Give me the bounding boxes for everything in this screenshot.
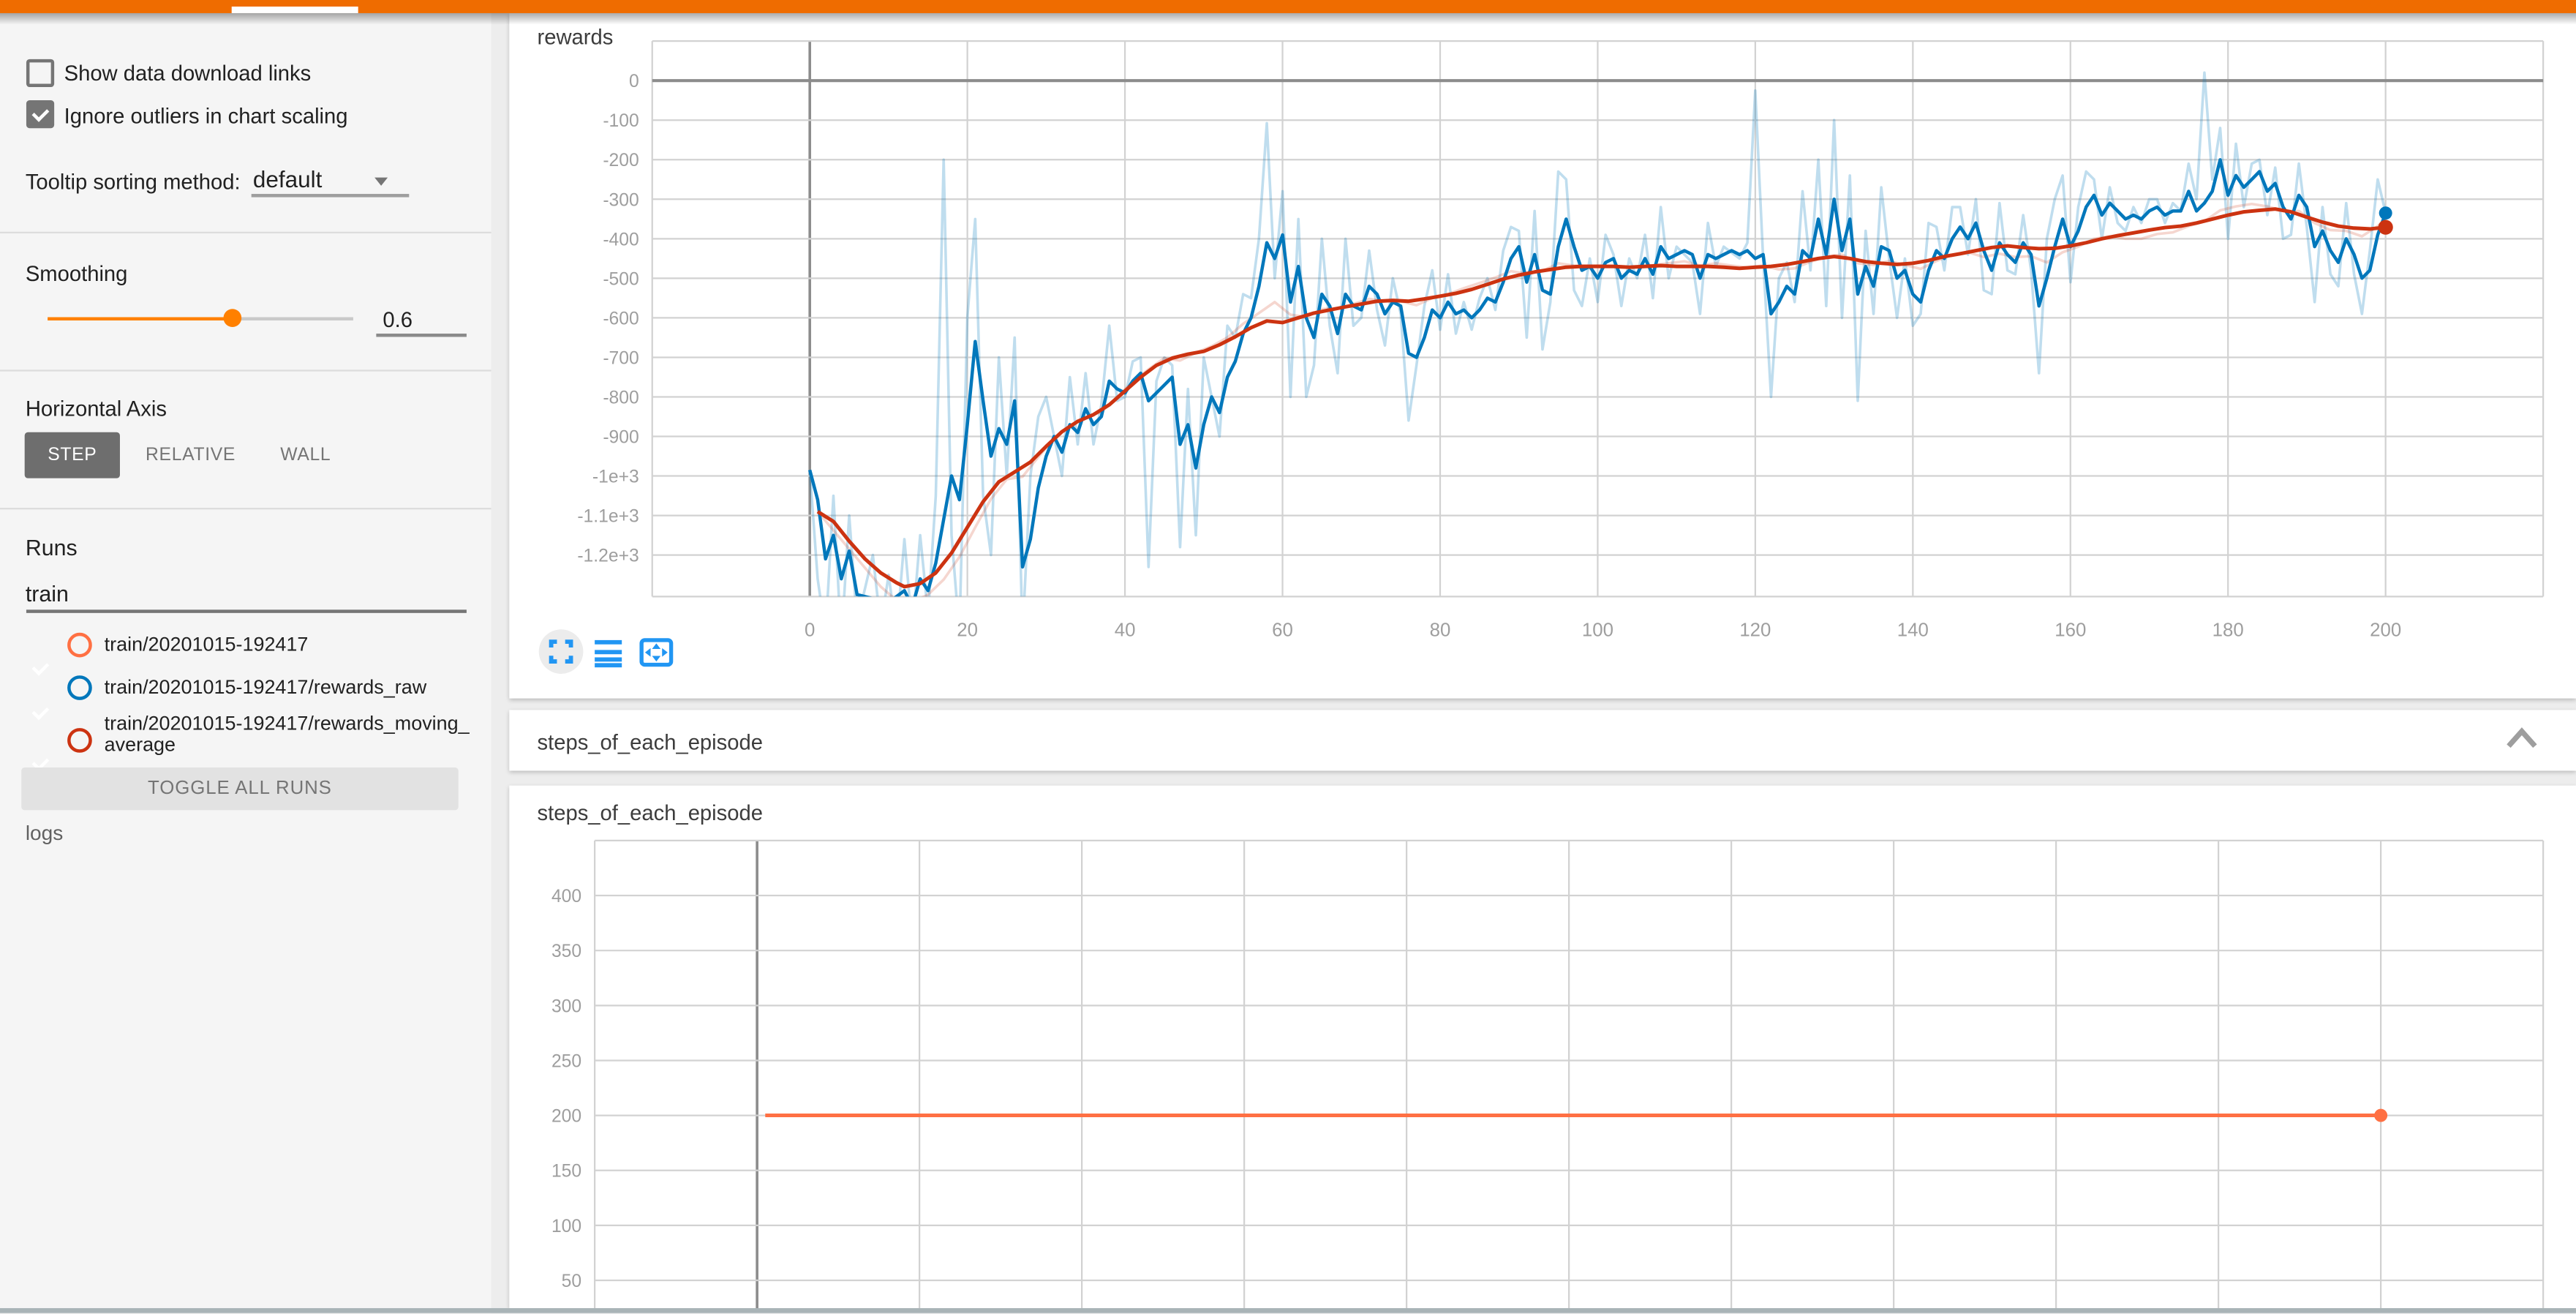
svg-text:300: 300 — [551, 996, 581, 1016]
svg-text:400: 400 — [551, 887, 581, 906]
run-filter-underline — [26, 609, 466, 612]
rewards-card: rewards 0-100-200-300-400-500-600-700-80… — [509, 13, 2576, 699]
chart-toolbar — [532, 622, 697, 681]
axis-step-button[interactable]: STEP — [25, 432, 120, 478]
steps-chart[interactable]: 400 350 300 250 200 150 100 50 — [509, 786, 2576, 1308]
steps-section-title: steps_of_each_episode — [538, 729, 764, 754]
svg-text:-300: -300 — [603, 190, 639, 210]
svg-text:160: 160 — [2055, 620, 2086, 640]
run-label: train/20201015-192417 — [105, 634, 476, 654]
dropdown-caret-icon[interactable] — [374, 176, 388, 184]
settings-sidebar: Show data download links Ignore outliers… — [0, 12, 492, 1313]
toggle-all-runs-button[interactable]: TOGGLE ALL RUNS — [21, 767, 458, 810]
svg-text:140: 140 — [1897, 620, 1929, 640]
svg-text:-200: -200 — [603, 151, 639, 170]
svg-text:100: 100 — [551, 1217, 581, 1236]
svg-text:200: 200 — [2370, 620, 2401, 640]
run-color-radio[interactable] — [67, 632, 92, 657]
svg-text:100: 100 — [1582, 620, 1613, 640]
bottom-scrollbar[interactable] — [0, 1307, 2576, 1313]
run-label: train/20201015-192417/rewards_moving_ave… — [105, 713, 476, 754]
chevron-up-icon[interactable] — [2502, 723, 2545, 756]
svg-text:120: 120 — [1739, 620, 1771, 640]
tooltip-sorting-dropdown[interactable]: default — [253, 166, 322, 192]
show-download-links-label: Show data download links — [64, 61, 312, 86]
svg-text:-700: -700 — [603, 348, 639, 368]
smoothing-slider-thumb[interactable] — [222, 309, 241, 327]
expand-chart-icon[interactable] — [539, 628, 584, 673]
run-color-radio[interactable] — [67, 727, 92, 752]
svg-text:50: 50 — [562, 1272, 581, 1291]
top-bar — [0, 0, 2576, 12]
runs-section-label: Runs — [26, 535, 78, 560]
svg-text:250: 250 — [551, 1051, 581, 1071]
divider — [0, 507, 492, 508]
svg-text:-600: -600 — [603, 309, 639, 328]
svg-text:-1.2e+3: -1.2e+3 — [577, 547, 639, 566]
dropdown-underline — [252, 194, 410, 196]
svg-text:-800: -800 — [603, 388, 639, 408]
run-color-radio[interactable] — [67, 675, 92, 700]
svg-text:-900: -900 — [603, 428, 639, 448]
svg-text:180: 180 — [2212, 620, 2244, 640]
ignore-outliers-label: Ignore outliers in chart scaling — [64, 102, 348, 127]
svg-text:-500: -500 — [603, 269, 639, 289]
steps-section-header[interactable]: steps_of_each_episode — [509, 710, 2576, 770]
show-download-links-checkbox[interactable] — [26, 59, 53, 86]
svg-text:150: 150 — [551, 1162, 581, 1182]
svg-text:0: 0 — [629, 72, 639, 91]
ignore-outliers-checkbox[interactable] — [26, 100, 53, 128]
fit-domain-icon[interactable] — [641, 639, 671, 664]
svg-text:20: 20 — [957, 620, 978, 640]
axis-relative-button[interactable]: RELATIVE — [141, 432, 240, 478]
svg-text:0: 0 — [805, 620, 815, 640]
active-tab-indicator — [232, 7, 358, 12]
smoothing-slider-fill — [48, 316, 232, 319]
svg-text:80: 80 — [1430, 620, 1451, 640]
run-filter-input[interactable]: train — [26, 581, 69, 606]
run-label: train/20201015-192417/rewards_raw — [105, 677, 476, 697]
axis-wall-button[interactable]: WALL — [269, 432, 342, 478]
smoothing-label: Smoothing — [26, 260, 128, 285]
rewards-chart[interactable]: 0 -100 -200 -300 -400 -500 -600 -700 -800 -900 -1e… — [509, 13, 2576, 699]
tensorboard-window: Show data download links Ignore outliers… — [0, 0, 2576, 1313]
svg-text:-400: -400 — [603, 230, 639, 249]
svg-text:60: 60 — [1272, 620, 1293, 640]
log-scale-icon[interactable] — [595, 639, 622, 667]
logs-label: logs — [26, 821, 64, 844]
svg-text:200: 200 — [551, 1107, 581, 1127]
smoothing-value-underline — [376, 334, 467, 336]
steps-card: steps_of_each_episode 400350300250200150… — [509, 786, 2576, 1308]
svg-text:-100: -100 — [603, 111, 639, 131]
divider — [0, 369, 492, 370]
horizontal-axis-label: Horizontal Axis — [26, 395, 167, 420]
svg-text:-1.1e+3: -1.1e+3 — [577, 507, 639, 527]
smoothing-value-input[interactable]: 0.6 — [383, 307, 413, 331]
divider — [0, 231, 492, 233]
svg-text:-1e+3: -1e+3 — [592, 468, 639, 487]
svg-text:350: 350 — [551, 942, 581, 961]
tooltip-sorting-label: Tooltip sorting method: — [26, 168, 241, 193]
svg-text:40: 40 — [1115, 620, 1136, 640]
